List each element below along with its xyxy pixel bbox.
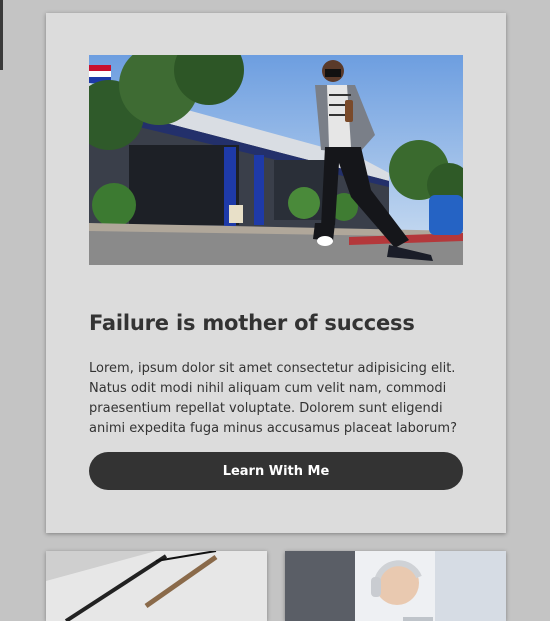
card-preview-notebook[interactable] (46, 551, 267, 621)
notebook-image (46, 551, 267, 621)
card-title: Failure is mother of success (89, 311, 415, 335)
card-description: Lorem, ipsum dolor sit amet consectetur … (89, 361, 457, 436)
headphones-image (285, 551, 506, 621)
card-preview-headphones[interactable] (285, 551, 506, 621)
featured-card: Failure is mother of success Lorem, ipsu… (46, 13, 506, 533)
hero-image (89, 55, 463, 265)
learn-with-me-button[interactable]: Learn With Me (89, 452, 463, 490)
window-edge-divider (0, 0, 3, 70)
